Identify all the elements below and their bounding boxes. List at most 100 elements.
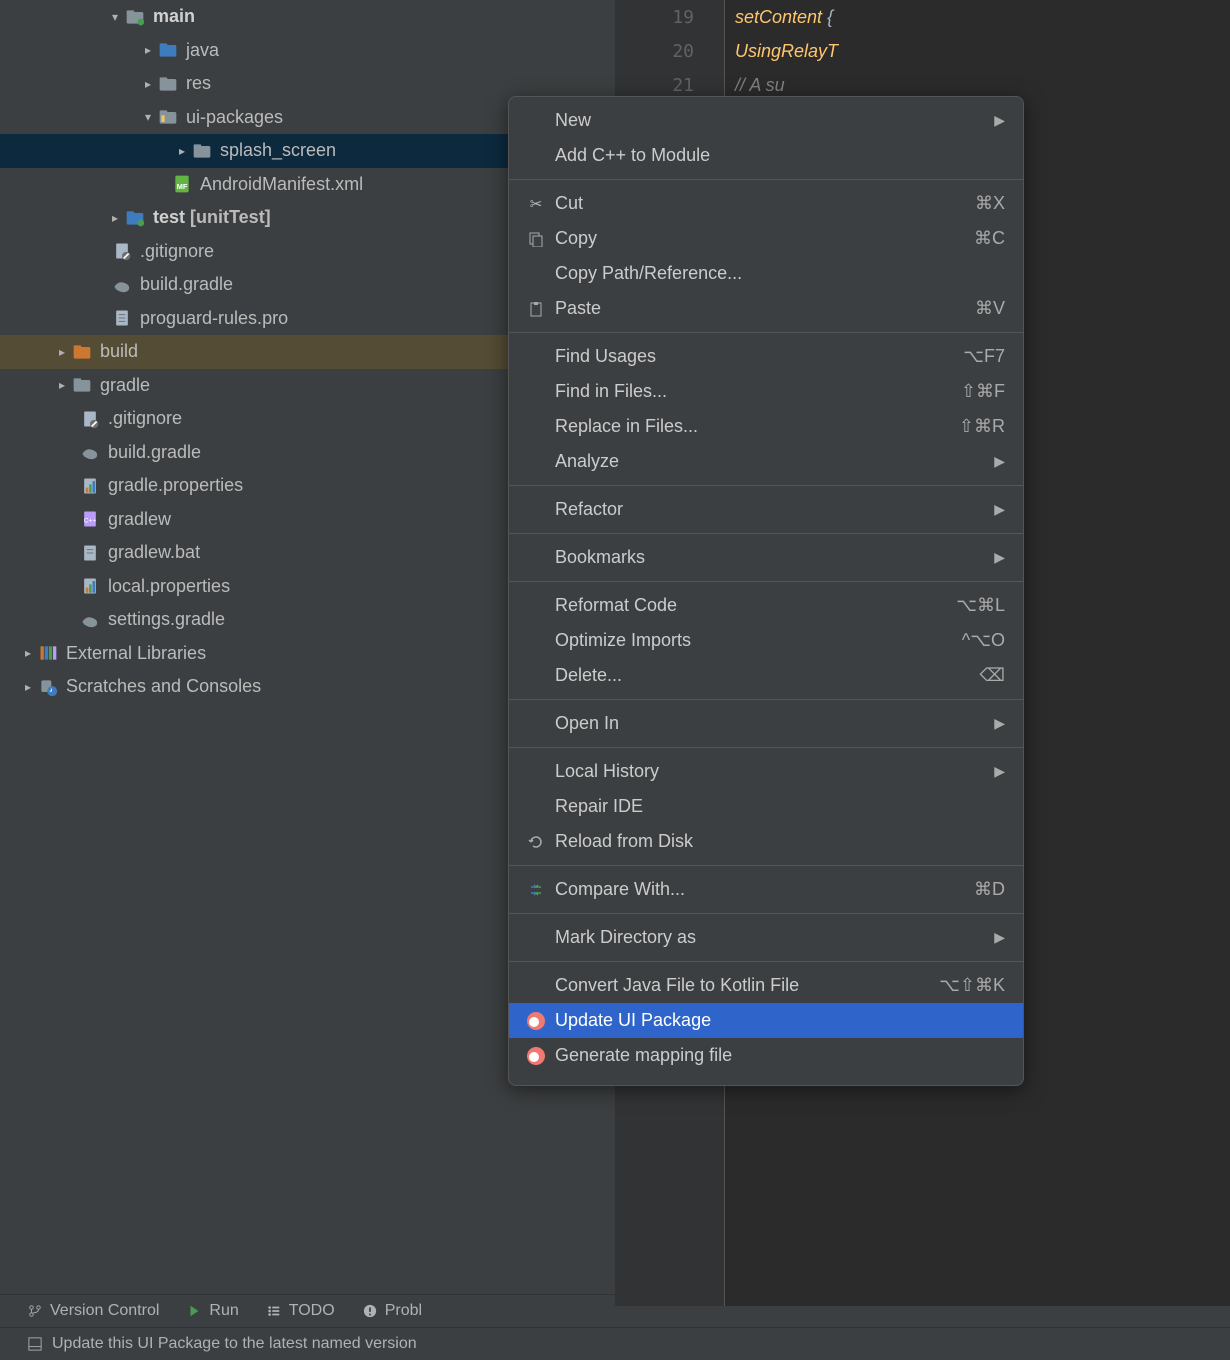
tool-window-bar: Version Control Run TODO Probl: [0, 1294, 615, 1327]
shortcut: ⇧⌘F: [961, 381, 1005, 402]
folder-icon: [72, 342, 92, 362]
tree-label: AndroidManifest.xml: [200, 174, 363, 195]
tree-label: main: [153, 6, 195, 27]
chevron-right-icon[interactable]: [105, 211, 125, 225]
chevron-right-icon[interactable]: [138, 43, 158, 57]
svg-text:C++: C++: [84, 518, 97, 525]
compare-icon: [523, 882, 549, 898]
code-token: {: [822, 7, 833, 28]
menu-separator: [509, 699, 1023, 700]
tree-label: settings.gradle: [108, 609, 225, 630]
shortcut: ⌘X: [975, 193, 1005, 214]
menu-item-compare[interactable]: Compare With...⌘D: [509, 872, 1023, 907]
problems-icon: [363, 1304, 377, 1318]
line-number: 19: [615, 0, 724, 34]
menu-item-copy[interactable]: Copy⌘C: [509, 221, 1023, 256]
paste-icon: [523, 301, 549, 317]
tree-label: test: [153, 207, 185, 228]
menu-item-new[interactable]: New▶: [509, 103, 1023, 138]
menu-item-local-history[interactable]: Local History▶: [509, 754, 1023, 789]
properties-file-icon: [80, 576, 100, 596]
tool-label: Probl: [385, 1302, 422, 1320]
chevron-right-icon[interactable]: [52, 345, 72, 359]
chevron-right-icon: ▶: [994, 715, 1005, 732]
chevron-down-icon[interactable]: [105, 10, 125, 24]
tree-node-main[interactable]: main: [0, 0, 615, 34]
menu-item-delete[interactable]: Delete...⌫: [509, 658, 1023, 693]
file-icon: [80, 543, 100, 563]
code-token: UsingRelayT: [735, 41, 838, 62]
chevron-right-icon[interactable]: [52, 378, 72, 392]
menu-item-optimize-imports[interactable]: Optimize Imports^⌥O: [509, 623, 1023, 658]
tree-node-java[interactable]: java: [0, 34, 615, 68]
file-icon: [80, 409, 100, 429]
tree-label: build.gradle: [108, 442, 201, 463]
menu-item-mark-directory[interactable]: Mark Directory as▶: [509, 920, 1023, 955]
folder-icon: [192, 141, 212, 161]
file-icon: [112, 241, 132, 261]
menu-item-find-usages[interactable]: Find Usages⌥F7: [509, 339, 1023, 374]
tool-window-problems[interactable]: Probl: [363, 1302, 422, 1320]
chevron-down-icon[interactable]: [138, 110, 158, 124]
tree-label: local.properties: [108, 576, 230, 597]
reload-icon: [523, 834, 549, 850]
menu-item-open-in[interactable]: Open In▶: [509, 706, 1023, 741]
menu-separator: [509, 913, 1023, 914]
folder-icon: [158, 74, 178, 94]
list-icon: [267, 1304, 281, 1318]
chevron-right-icon: ▶: [994, 929, 1005, 946]
chevron-right-icon: ▶: [994, 501, 1005, 518]
tree-label: Scratches and Consoles: [66, 676, 261, 697]
tree-label: splash_screen: [220, 140, 336, 161]
gradle-file-icon: [112, 275, 132, 295]
shortcut: ⇧⌘R: [959, 416, 1005, 437]
menu-item-replace-in-files[interactable]: Replace in Files...⇧⌘R: [509, 409, 1023, 444]
relay-icon: [527, 1012, 545, 1030]
menu-item-convert-kotlin[interactable]: Convert Java File to Kotlin File⌥⇧⌘K: [509, 968, 1023, 1003]
cut-icon: ✂: [523, 195, 549, 213]
menu-item-reformat[interactable]: Reformat Code⌥⌘L: [509, 588, 1023, 623]
chevron-right-icon: ▶: [994, 763, 1005, 780]
chevron-right-icon[interactable]: [18, 646, 38, 660]
menu-item-copy-path[interactable]: Copy Path/Reference...: [509, 256, 1023, 291]
chevron-right-icon: ▶: [994, 453, 1005, 470]
tree-label: .gitignore: [108, 408, 182, 429]
shortcut: ^⌥O: [962, 630, 1005, 651]
tree-label: gradle.properties: [108, 475, 243, 496]
menu-item-generate-mapping[interactable]: Generate mapping file: [509, 1038, 1023, 1073]
menu-item-refactor[interactable]: Refactor▶: [509, 492, 1023, 527]
copy-icon: [523, 231, 549, 247]
properties-file-icon: [80, 476, 100, 496]
tool-window-version-control[interactable]: Version Control: [28, 1302, 159, 1320]
status-text: Update this UI Package to the latest nam…: [52, 1335, 417, 1353]
menu-item-add-cpp[interactable]: Add C++ to Module: [509, 138, 1023, 173]
tree-label-suffix: [unitTest]: [190, 207, 271, 228]
code-token: // A su: [735, 75, 785, 96]
library-icon: [38, 643, 58, 663]
folder-icon: [158, 107, 178, 127]
tool-window-run[interactable]: Run: [187, 1302, 238, 1320]
menu-item-cut[interactable]: ✂Cut⌘X: [509, 186, 1023, 221]
chevron-right-icon[interactable]: [138, 77, 158, 91]
menu-item-repair-ide[interactable]: Repair IDE: [509, 789, 1023, 824]
tree-label: ui-packages: [186, 107, 283, 128]
menu-separator: [509, 865, 1023, 866]
play-icon: [187, 1304, 201, 1318]
menu-item-update-ui-package[interactable]: Update UI Package: [509, 1003, 1023, 1038]
code-token: setContent: [735, 7, 822, 28]
tree-label: gradle: [100, 375, 150, 396]
menu-item-paste[interactable]: Paste⌘V: [509, 291, 1023, 326]
tool-window-todo[interactable]: TODO: [267, 1302, 335, 1320]
chevron-right-icon[interactable]: [172, 144, 192, 158]
folder-icon: [72, 375, 92, 395]
window-icon[interactable]: [28, 1337, 42, 1351]
menu-item-reload[interactable]: Reload from Disk: [509, 824, 1023, 859]
chevron-right-icon[interactable]: [18, 680, 38, 694]
tree-label: build.gradle: [140, 274, 233, 295]
file-icon: [112, 308, 132, 328]
menu-item-bookmarks[interactable]: Bookmarks▶: [509, 540, 1023, 575]
manifest-file-icon: MF: [172, 174, 192, 194]
menu-item-analyze[interactable]: Analyze▶: [509, 444, 1023, 479]
branch-icon: [28, 1304, 42, 1318]
menu-item-find-in-files[interactable]: Find in Files...⇧⌘F: [509, 374, 1023, 409]
